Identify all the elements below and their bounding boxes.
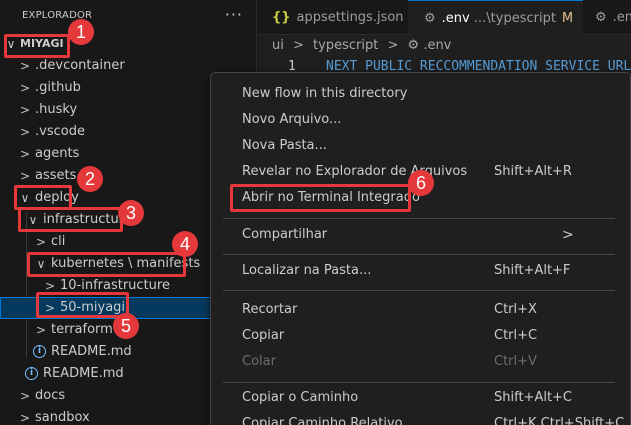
menu-item-label: Copiar [242,328,285,343]
menu-item-label: New flow in this directory [242,86,408,101]
modified-indicator: M [561,11,574,26]
chevron-right-icon: > [19,169,31,183]
annotation-box-5 [36,292,129,318]
chevron-right-icon: > [35,235,47,249]
tree-item-label: .vscode [35,124,85,139]
menu-item-shortcut: Ctrl+K Ctrl+Shift+C [494,416,625,425]
chevron-right-icon: > [19,125,31,139]
breadcrumb-item[interactable]: ui [272,38,284,53]
chevron-right-icon: > [19,81,31,95]
menu-item-find-in-folder[interactable]: Localizar na Pasta... Shift+Alt+F [215,258,623,284]
chevron-right-icon: > [19,59,31,73]
chevron-right-icon: > [19,147,31,161]
tree-item-label: docs [35,388,66,403]
gear-icon: ⚙ [424,11,436,26]
annotation-badge-6: 6 [408,170,434,196]
gear-icon: ⚙ [407,38,420,53]
tab-label: .env [441,11,470,26]
menu-item-shortcut: Shift+Alt+R [494,164,572,179]
tree-item-label: .devcontainer [35,58,125,73]
tree-item-label: agents [35,146,80,161]
tree-item-label: .husky [35,102,78,117]
tab-label: .env [612,10,631,25]
menu-item-copy-relative-path[interactable]: Copiar Caminho Relativo Ctrl+K Ctrl+Shif… [215,411,625,425]
menu-item-copy-path[interactable]: Copiar o Caminho Shift+Alt+C [215,385,623,411]
more-actions-icon[interactable]: ··· [225,5,243,24]
annotation-badge-1: 1 [68,19,94,45]
chevron-right-icon: > [562,227,574,243]
menu-item-copy[interactable]: Copiar Ctrl+C [215,323,623,349]
context-menu: New flow in this directory Novo Arquivo.… [210,72,631,425]
annotation-box-6 [230,184,411,212]
tree-item-label: README.md [43,366,124,381]
menu-separator [223,382,615,383]
breadcrumb-item[interactable]: typescript [313,38,378,53]
menu-item-shortcut: Ctrl+X [494,302,537,317]
menu-separator [223,218,615,219]
chevron-right-icon: > [35,323,47,337]
annotation-badge-3: 3 [118,200,144,226]
annotation-box-3 [18,207,123,232]
info-icon: i [25,367,38,380]
tree-item-label: README.md [51,344,132,359]
tree-item-label: sandbox [35,410,90,425]
tab-label: appsettings.json [296,10,404,25]
tree-item-label: terraform [51,322,113,337]
json-file-icon: {} [272,10,291,25]
tree-item-label: assets [35,168,77,183]
annotation-badge-5: 5 [113,313,139,339]
tab-env-2[interactable]: ⚙ .env [583,0,631,35]
menu-item-shortcut: Shift+Alt+C [494,390,573,405]
explorer-header: EXPLORADOR ··· [0,0,256,32]
annotation-box-4 [27,252,186,277]
menu-item-shortcut: Ctrl+C [494,328,538,343]
menu-item-label: Copiar o Caminho [242,390,359,405]
menu-separator [223,254,615,255]
menu-item-label: Compartilhar [242,227,328,242]
menu-item-label: Copiar Caminho Relativo [242,416,403,425]
menu-item-label: Novo Arquivo... [242,112,342,127]
menu-item-share[interactable]: Compartilhar > [215,222,623,248]
menu-separator [223,290,615,291]
breadcrumb-separator: > [387,38,399,53]
menu-item-new-flow[interactable]: New flow in this directory [215,81,623,107]
annotation-badge-4: 4 [172,231,198,257]
chevron-right-icon: > [19,389,31,403]
menu-item-shortcut: Ctrl+V [494,354,537,369]
tab-path: ...\typescript [473,11,556,26]
gear-icon: ⚙ [595,10,607,25]
menu-item-new-file[interactable]: Novo Arquivo... [215,107,623,133]
breadcrumb-item[interactable]: .env [423,38,451,53]
menu-item-shortcut: Shift+Alt+F [494,263,571,278]
chevron-right-icon: > [19,103,31,117]
editor-tab-bar: {} appsettings.json ⚙ .env ...\typescript M… [258,0,631,35]
annotation-box-1 [4,34,70,58]
tree-item-label: .github [35,80,81,95]
breadcrumb-separator: > [293,38,304,53]
menu-item-paste: Colar Ctrl+V [215,349,623,375]
chevron-right-icon: > [19,411,31,425]
menu-item-label: Recortar [242,302,298,317]
info-icon: i [33,345,46,358]
menu-item-new-folder[interactable]: Nova Pasta... [215,133,623,159]
menu-item-label: Nova Pasta... [242,138,327,153]
tab-env-typescript[interactable]: ⚙.env ...\typescriptM✕ [408,0,583,35]
tree-item-label: cli [51,234,66,249]
breadcrumb: ui > typescript > ⚙ .env [258,35,631,57]
annotation-badge-2: 2 [77,166,103,192]
menu-item-label: Colar [242,354,276,369]
menu-item-label: Localizar na Pasta... [242,263,372,278]
tab-appsettings-json[interactable]: {} appsettings.json [258,0,408,35]
menu-item-cut[interactable]: Recortar Ctrl+X [215,297,623,323]
